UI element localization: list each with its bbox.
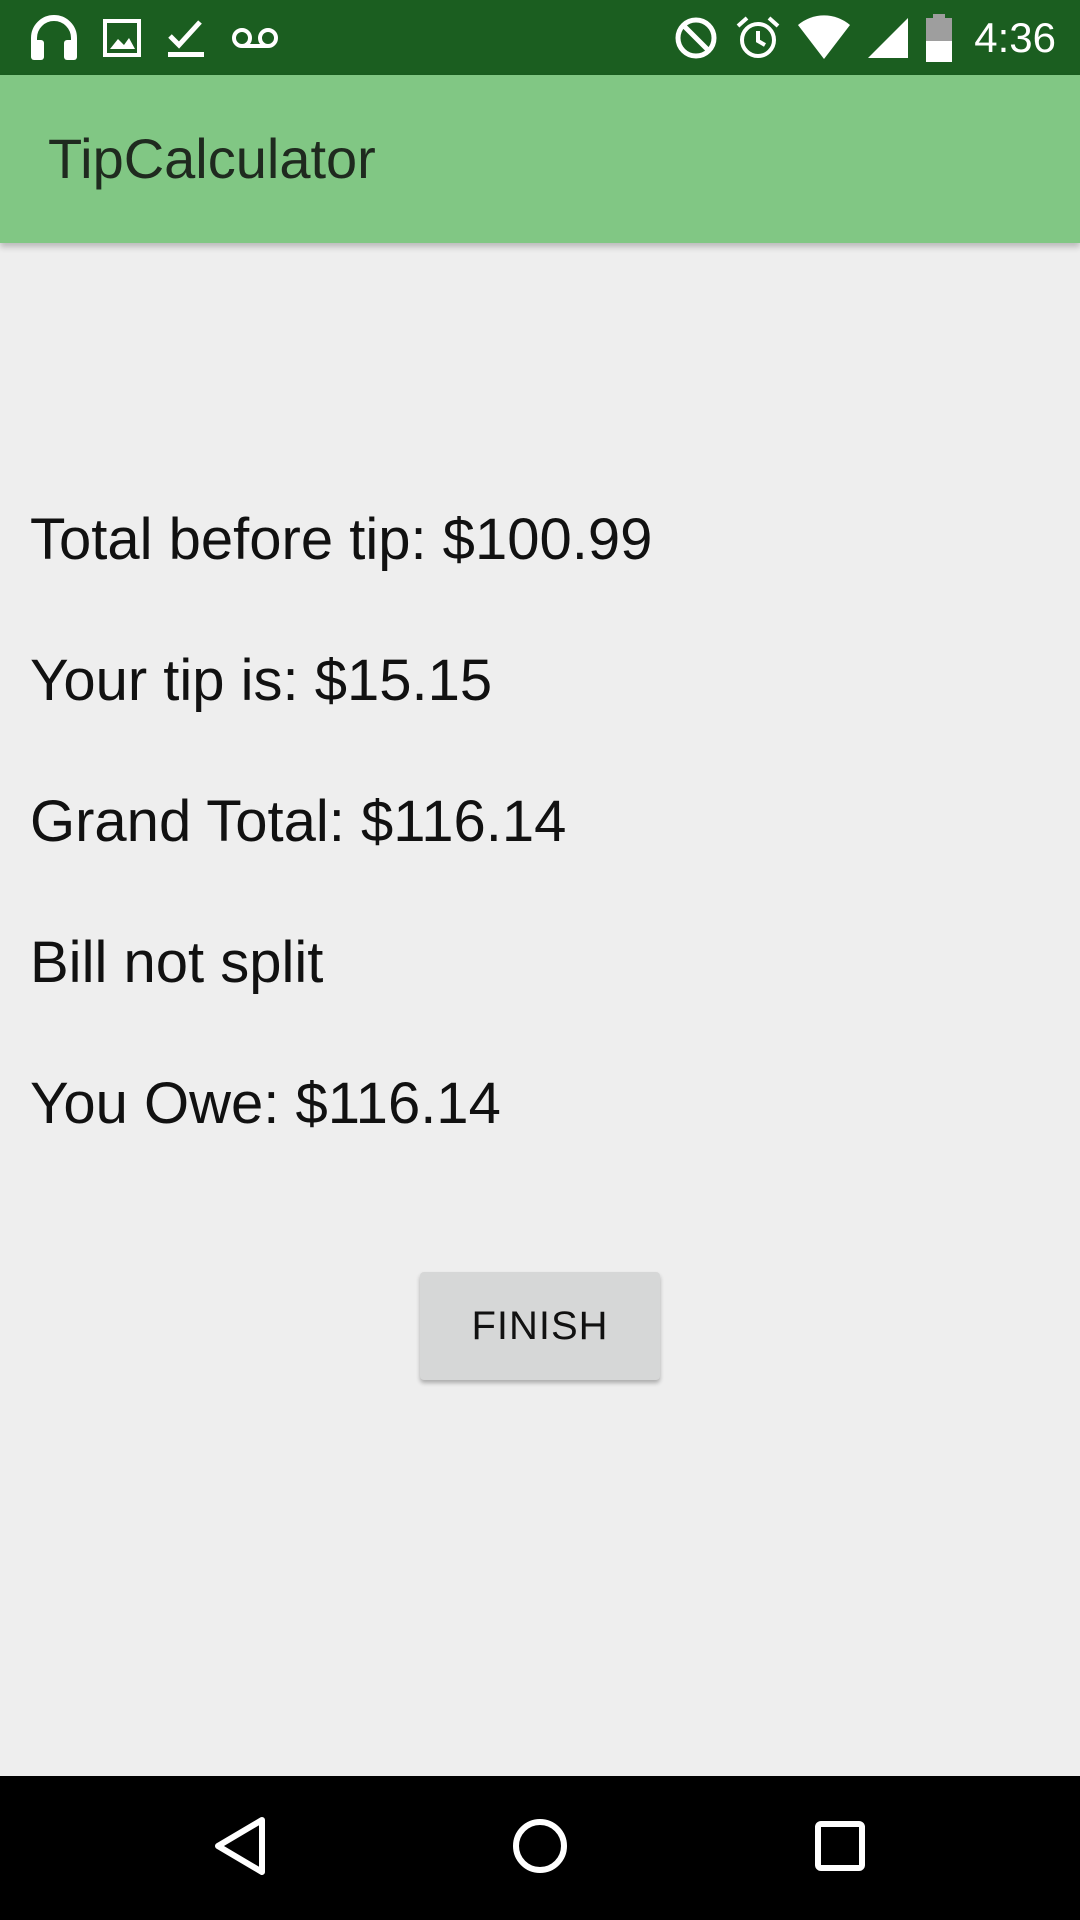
app-bar: TipCalculator xyxy=(0,75,1080,243)
headphones-icon xyxy=(28,14,80,62)
app-title: TipCalculator xyxy=(48,127,376,190)
alarm-icon xyxy=(734,14,782,62)
cell-signal-icon xyxy=(866,16,910,60)
split-status-text: Bill not split xyxy=(30,930,324,995)
home-button[interactable] xyxy=(460,1776,620,1920)
total-before-tip-text: Total before tip: $100.99 xyxy=(30,507,653,572)
you-owe-text: You Owe: $116.14 xyxy=(30,1071,501,1136)
do-not-disturb-icon xyxy=(672,14,720,62)
results-panel: Total before tip: $100.99 Your tip is: $… xyxy=(30,500,1050,1205)
battery-icon xyxy=(924,13,954,63)
finish-button[interactable]: FINISH xyxy=(420,1272,660,1380)
back-icon xyxy=(210,1814,270,1883)
recents-icon xyxy=(812,1818,868,1879)
recents-button[interactable] xyxy=(760,1776,920,1920)
home-icon xyxy=(510,1816,570,1881)
grand-total-text: Grand Total: $116.14 xyxy=(30,789,567,854)
status-bar: 4:36 xyxy=(0,0,1080,75)
image-icon xyxy=(102,18,142,58)
status-time: 4:36 xyxy=(974,13,1056,61)
wifi-icon xyxy=(796,14,852,61)
check-icon xyxy=(164,16,208,60)
screen: 4:36 TipCalculator Total before tip: $10… xyxy=(0,0,1080,1920)
tip-amount-text: Your tip is: $15.15 xyxy=(30,648,493,713)
navigation-bar xyxy=(0,1776,1080,1920)
voicemail-icon xyxy=(230,23,280,53)
back-button[interactable] xyxy=(160,1776,320,1920)
system-icons: 4:36 xyxy=(672,0,1056,75)
notification-icons xyxy=(28,0,280,75)
